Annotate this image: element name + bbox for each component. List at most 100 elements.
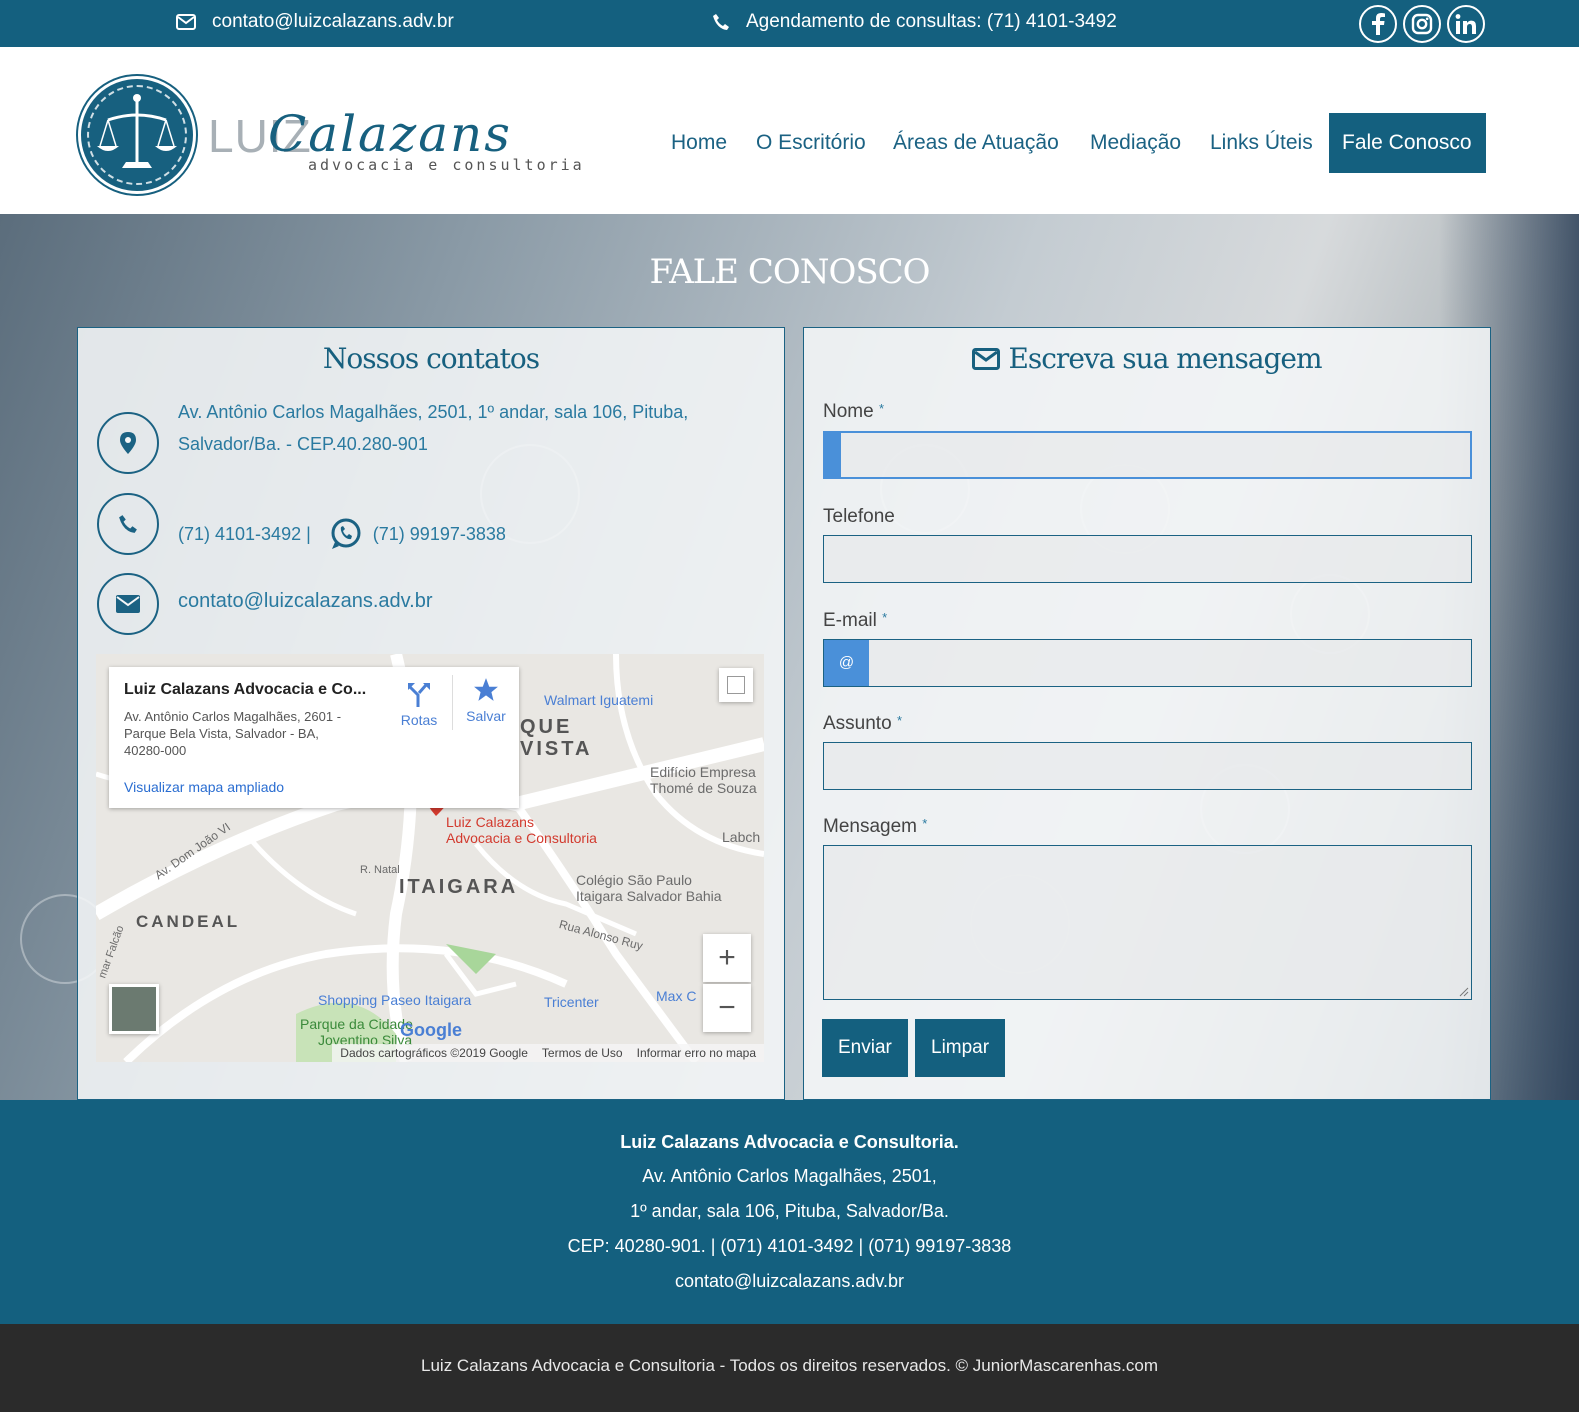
resize-handle-icon[interactable]	[1459, 987, 1469, 997]
contact-address-line2: Salvador/Ba. - CEP.40.280-901	[178, 434, 428, 454]
satellite-toggle[interactable]	[109, 984, 159, 1034]
logo-tagline: advocacia e consultoria	[308, 156, 585, 174]
fullscreen-icon	[727, 676, 745, 694]
contact-address-line1: Av. Antônio Carlos Magalhães, 2501, 1º a…	[178, 402, 689, 422]
zoom-in-button[interactable]: +	[703, 934, 751, 982]
message-textarea[interactable]	[823, 845, 1472, 1000]
contact-phone[interactable]: (71) 4101-3492 |	[178, 518, 311, 550]
nav-home[interactable]: Home	[671, 113, 727, 173]
fullscreen-button[interactable]	[719, 668, 753, 702]
contact-email[interactable]: contato@luizcalazans.adv.br	[178, 585, 433, 617]
map-address-line3: 40280-000	[124, 743, 187, 758]
nav-escritorio[interactable]: O Escritório	[756, 113, 866, 173]
map-address-line1: Av. Antônio Carlos Magalhães, 2601 -	[124, 709, 342, 724]
directions-button[interactable]: Rotas	[394, 681, 444, 728]
footer-address-line2: 1º andar, sala 106, Pituba, Salvador/Ba.	[630, 1201, 949, 1221]
envelope-icon	[97, 573, 159, 635]
map-label-edificio-2: Thomé de Souza	[650, 780, 757, 796]
contact-whatsapp[interactable]: (71) 99197-3838	[373, 518, 506, 550]
save-place-button[interactable]: Salvar	[461, 677, 511, 724]
footer-address-line1: Av. Antônio Carlos Magalhães, 2501,	[642, 1166, 937, 1186]
directions-icon	[408, 683, 430, 707]
email-label-text: E-mail	[823, 610, 877, 631]
map-label-colegio-2: Itaigara Salvador Bahia	[576, 888, 722, 904]
map-address-line2: Parque Bela Vista, Salvador - BA,	[124, 726, 319, 741]
map-attribution: Dados cartográficos ©2019 Google Termos …	[332, 1044, 764, 1062]
map-data-credit: Dados cartográficos ©2019 Google	[340, 1046, 528, 1060]
map-marker-label-2: Advocacia e Consultoria	[446, 830, 597, 846]
logo-emblem[interactable]	[78, 76, 196, 194]
at-sign-icon: @	[824, 640, 869, 686]
map-pin-icon	[97, 412, 159, 474]
send-button[interactable]: Enviar	[822, 1019, 908, 1077]
map-label-colegio-1: Colégio São Paulo	[576, 872, 692, 888]
required-mark: *	[878, 401, 885, 416]
save-label: Salvar	[466, 708, 506, 724]
map-marker-label-1: Luiz Calazans	[446, 814, 534, 830]
nav-fale-conosco[interactable]: Fale Conosco	[1329, 113, 1486, 173]
map-label-itaigara: ITAIGARA	[399, 876, 519, 898]
envelope-icon	[176, 14, 196, 30]
required-mark: *	[896, 713, 902, 728]
embedded-map[interactable]: Luiz Calazans Advocacia e Co... Av. Antô…	[96, 654, 764, 1062]
site-footer: Luiz Calazans Advocacia e Consultoria. A…	[0, 1100, 1579, 1324]
phone-icon	[713, 14, 729, 30]
larger-map-link[interactable]: Visualizar mapa ampliado	[124, 779, 284, 795]
site-header: LUIZ Calazans advocacia e consultoria Ho…	[0, 47, 1579, 214]
topbar-phone-text: Agendamento de consultas: (71) 4101-3492	[746, 11, 1117, 32]
subject-label: Assunto *	[823, 713, 902, 735]
page-title: FALE CONOSCO	[649, 252, 930, 292]
nav-areas-atuacao[interactable]: Áreas de Atuação	[893, 113, 1059, 173]
map-label-vista: VISTA	[520, 738, 593, 760]
map-label-natal: R. Natal	[360, 864, 400, 876]
directions-label: Rotas	[400, 712, 438, 728]
message-label: Mensagem *	[823, 816, 927, 838]
scales-of-justice-icon	[97, 94, 177, 168]
footer-company: Luiz Calazans Advocacia e Consultoria.	[620, 1132, 959, 1152]
footer-contact-line: CEP: 40280-901. | (071) 4101-3492 | (071…	[567, 1236, 1012, 1256]
map-label-edificio-1: Edifício Empresa	[650, 764, 756, 780]
name-label-text: Nome	[823, 401, 874, 422]
top-bar: contato@luizcalazans.adv.br Agendamento …	[0, 0, 1579, 47]
name-label: Nome *	[823, 401, 884, 423]
map-label-walmart: Walmart Iguatemi	[544, 692, 654, 708]
form-title: Escreva sua mensagem	[1008, 342, 1322, 375]
name-field-accent	[825, 433, 841, 477]
map-label-parque-cidade-1: Parque da Cidade	[300, 1016, 413, 1032]
map-label-labch: Labch	[722, 829, 761, 845]
topbar-email[interactable]: contato@luizcalazans.adv.br	[176, 11, 454, 33]
linkedin-icon[interactable]	[1447, 5, 1485, 43]
contact-address: Av. Antônio Carlos Magalhães, 2501, 1º a…	[178, 396, 688, 460]
clear-button[interactable]: Limpar	[915, 1019, 1006, 1077]
nav-links-uteis[interactable]: Links Úteis	[1210, 113, 1313, 173]
google-logo: Google	[400, 1020, 462, 1040]
logo-name-last: Calazans	[268, 105, 512, 163]
required-mark: *	[882, 610, 888, 625]
whatsapp-icon	[331, 518, 361, 549]
subject-label-text: Assunto	[823, 713, 892, 734]
message-form-panel: Escreva sua mensagem Nome * Telefone E-m…	[803, 327, 1491, 1100]
map-label-shopping: Shopping Paseo Itaigara	[318, 992, 472, 1008]
map-terms-link[interactable]: Termos de Uso	[542, 1044, 623, 1062]
zoom-out-button[interactable]: −	[703, 984, 751, 1032]
phone-label: Telefone	[823, 506, 895, 528]
map-report-link[interactable]: Informar erro no mapa	[637, 1044, 756, 1062]
map-label-parque: QUE	[520, 716, 573, 738]
envelope-icon	[972, 347, 1001, 370]
phone-label-text: Telefone	[823, 506, 895, 527]
topbar-email-text: contato@luizcalazans.adv.br	[212, 11, 454, 32]
subject-field[interactable]	[823, 742, 1472, 790]
map-label-candeal: CANDEAL	[136, 912, 241, 931]
email-field[interactable]: @	[823, 639, 1472, 687]
facebook-icon[interactable]	[1359, 5, 1397, 43]
required-mark: *	[922, 816, 928, 831]
map-label-maxc: Max C	[656, 988, 697, 1004]
phone-icon	[97, 493, 159, 555]
map-label-tricenter: Tricenter	[544, 994, 599, 1010]
instagram-icon[interactable]	[1403, 5, 1441, 43]
name-field[interactable]	[823, 431, 1472, 479]
map-place-card: Luiz Calazans Advocacia e Co... Av. Antô…	[109, 667, 519, 808]
phone-field[interactable]	[823, 535, 1472, 583]
nav-mediacao[interactable]: Mediação	[1090, 113, 1181, 173]
footer-email[interactable]: contato@luizcalazans.adv.br	[0, 1271, 1579, 1292]
